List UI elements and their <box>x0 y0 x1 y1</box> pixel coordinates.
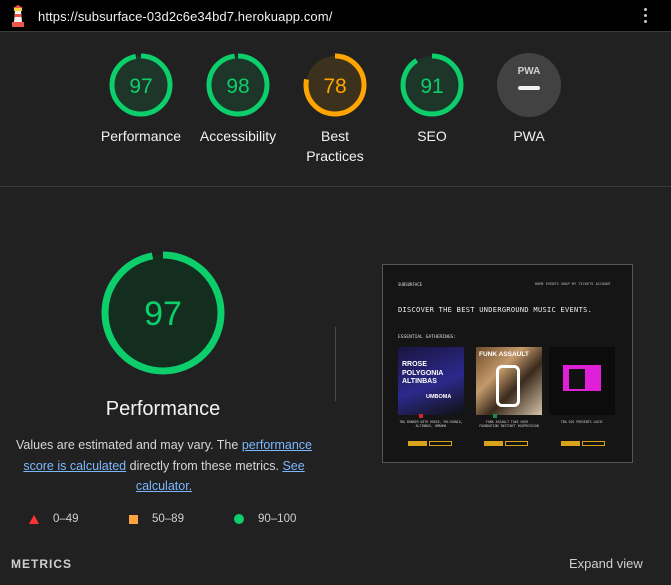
event-card-2-button <box>484 441 503 446</box>
vertical-separator <box>335 327 336 401</box>
gauge-ring: 98 <box>206 53 270 117</box>
gauge-accessibility[interactable]: 98 Accessibility <box>188 52 288 146</box>
event-card-3-caption: TBA SOS PRESENTS LOGIC <box>560 420 604 424</box>
gauge-ring: 91 <box>400 53 464 117</box>
event-card-3-button <box>561 441 580 446</box>
legend-fail-label: 0–49 <box>53 513 79 525</box>
gauge-score: 91 <box>420 75 443 98</box>
expand-view-button[interactable]: Expand view <box>569 556 643 571</box>
event-card-3 <box>549 347 615 415</box>
site-logo: SUBSURFACE <box>398 282 423 287</box>
gauge-label: SEO <box>417 128 447 144</box>
final-screenshot-thumbnail[interactable]: SUBSURFACE HOME EVENTS SHOP MY TICKETS A… <box>382 264 633 463</box>
event-card-1-button <box>408 441 427 446</box>
description-text-2: directly from these metrics. <box>126 458 283 473</box>
gauge-best-practices[interactable]: 78 Best Practices <box>285 52 385 166</box>
performance-description: Values are estimated and may vary. The p… <box>14 435 314 497</box>
gauge-score: 78 <box>323 75 346 98</box>
gauge-seo[interactable]: 91 SEO <box>382 52 482 146</box>
legend-pass-label: 90–100 <box>258 513 297 525</box>
square-icon <box>129 514 138 524</box>
event-card-3-button-2 <box>582 441 605 446</box>
site-subheading: ESSENTIAL GATHERINGS: <box>398 335 457 340</box>
performance-score-large: 97 <box>144 295 182 333</box>
event-card-1-button-2 <box>429 441 452 446</box>
gauge-ring: PWA <box>497 53 561 117</box>
gauge-score: 97 <box>129 75 152 98</box>
page-url[interactable]: https://subsurface-03d2c6e34bd7.herokuap… <box>38 9 332 24</box>
gauge-ring: 78 <box>303 53 367 117</box>
event-card-2-graphic <box>496 365 520 407</box>
pwa-dash-icon <box>518 86 540 90</box>
event-card-3-figure <box>569 369 585 389</box>
gauge-label: Best Practices <box>306 128 364 164</box>
gauge-ring: 97 <box>109 53 173 117</box>
gauge-score: 98 <box>226 75 249 98</box>
site-menu: HOME EVENTS SHOP MY TICKETS ACCOUNT <box>535 282 611 286</box>
event-card-2-title: FUNK ASSAULT <box>479 351 529 358</box>
pwa-badge-text: PWA <box>518 66 541 77</box>
legend-average: 50–89 <box>129 513 184 525</box>
performance-gauge-large: 97 <box>101 251 225 375</box>
event-card-2-button-2 <box>505 441 528 446</box>
gauge-label: Accessibility <box>199 128 277 144</box>
section-divider <box>0 186 671 187</box>
legend-pass: 90–100 <box>234 513 296 525</box>
gauge-label: Performance <box>100 128 182 144</box>
event-card-1-title: RROSE POLYGONIA ALTINBAS <box>402 361 444 385</box>
metrics-heading: METRICS <box>11 557 72 571</box>
pwa-badge-bg <box>497 53 561 117</box>
event-card-1-sub: UMBOMA <box>426 394 452 400</box>
legend-fail: 0–49 <box>29 513 79 525</box>
event-card-2-chip <box>493 414 497 418</box>
more-options-icon[interactable] <box>640 8 650 24</box>
gauge-performance[interactable]: 97 Performance <box>91 52 191 146</box>
event-card-1-chip <box>419 414 423 418</box>
event-card-2-caption: FUNK ASSAULT TAKE OVER - FOUNDATION INST… <box>479 420 539 429</box>
gauge-pwa[interactable]: PWA PWA <box>479 52 579 146</box>
performance-title: Performance <box>105 398 221 420</box>
gauge-label: PWA <box>513 128 545 144</box>
description-text: Values are estimated and may vary. The <box>16 438 242 452</box>
circle-icon <box>234 514 244 524</box>
event-card-2: FUNK ASSAULT <box>476 347 542 415</box>
browser-top-bar: https://subsurface-03d2c6e34bd7.herokuap… <box>0 0 671 32</box>
site-hero-text: DISCOVER THE BEST UNDERGROUND MUSIC EVEN… <box>398 306 593 314</box>
triangle-icon <box>29 514 39 524</box>
event-card-1: RROSE POLYGONIA ALTINBAS UMBOMA <box>398 347 464 415</box>
event-card-1-caption: TBA BUNKER WITH RROSE, POLYGONIA, ALTINB… <box>399 420 463 429</box>
lighthouse-logo-icon <box>12 5 24 27</box>
legend-average-label: 50–89 <box>152 513 184 525</box>
